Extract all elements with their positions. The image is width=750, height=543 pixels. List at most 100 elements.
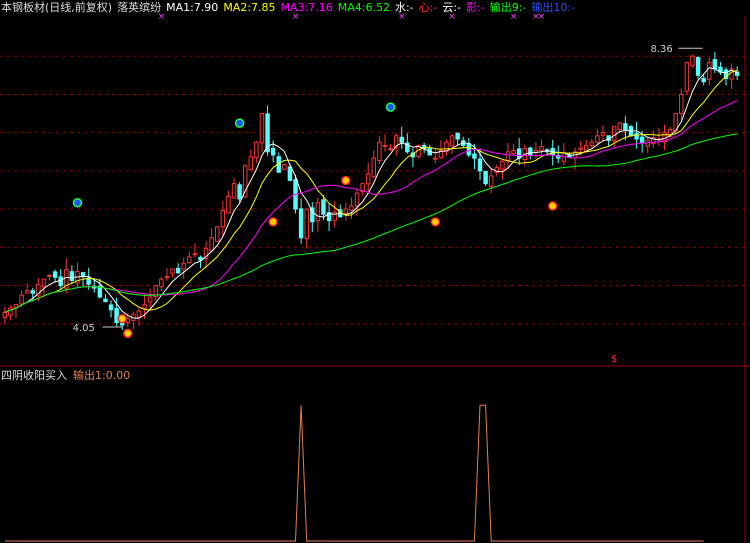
candle-up [164,276,170,279]
candle-down [270,147,276,156]
candle-up [611,125,617,142]
signal-marker [234,118,245,128]
max-price-label: 8.36 [650,44,672,55]
buy-marker [117,313,127,324]
candle-up [259,113,265,144]
candle-down [237,184,242,200]
ma3-line [4,99,738,313]
candle-up [248,156,254,171]
candle-down [287,166,293,181]
candle-up [215,226,220,242]
buy-marker [341,175,351,186]
candle-up [147,296,153,303]
candle-up [159,278,164,288]
legend-item: 输出9:- [489,1,527,14]
buy-marker [430,217,441,227]
candle-down [639,136,645,143]
bottom-mark: $ [611,354,617,365]
candle-up [500,160,505,170]
stock-chart: × × × × × ××$8.364.05 [0,12,750,543]
candle-down [466,143,472,156]
candle-up [600,132,606,136]
buy-marker [547,201,558,211]
candle-up [220,209,226,228]
candle-down [477,158,483,172]
indicator-legend: 四阴收阳买入 输出1:0.00 [0,368,130,384]
candle-down [399,136,404,143]
legend-item: 云:- [442,1,462,14]
candle-down [103,298,108,302]
legend-item: 本钢板材(日线,前复权) [1,1,113,14]
min-price-label: 4.05 [73,323,95,334]
candle-down [695,57,701,76]
candle-up [304,208,309,239]
buy-marker [268,217,278,227]
candle-up [2,311,8,318]
candle-down [712,59,718,70]
candle-up [136,310,142,318]
candle-up [181,262,186,270]
candle-up [511,150,516,154]
legend-item: 影:- [466,1,485,14]
candle-down [701,77,706,83]
candle-down [108,304,114,311]
candle-up [8,307,13,316]
legend-item: 心:- [418,1,438,14]
candle-up [254,141,259,159]
candle-up [315,202,321,221]
buy-marker [123,328,133,339]
candle-up [433,157,438,160]
candle-up [578,147,583,150]
candle-up [449,135,455,147]
candle-down [634,132,639,140]
legend-item: 输出10:- [531,1,576,14]
candle-down [483,171,488,185]
candle-down [175,267,181,274]
indicator-line [4,404,704,542]
signal-marker [72,197,83,208]
candle-down [30,290,35,294]
ma2-line [4,69,738,313]
candle-down [58,276,63,287]
candle-down [321,199,326,215]
candle-up [505,151,511,161]
candle-up [349,205,354,211]
candle-up [595,135,600,143]
main-legend: 本钢板材(日线,前复权) 落英缤纷 MA1:7.90 MA2:7.85 MA3:7.16… [0,0,575,16]
candle-up [41,278,47,288]
candle-up [47,274,52,277]
candle-up [19,294,24,305]
candle-down [298,208,304,239]
candle-up [231,183,237,199]
candle-up [488,175,494,187]
indicator-legend-item: 输出1:0.00 [73,369,131,382]
candle-up [690,55,695,67]
candle-up [192,253,198,256]
candle-up [343,208,349,214]
legend-item: MA2:7.85 [223,1,276,14]
candle-up [282,164,287,170]
legend-item: MA1:7.90 [166,1,219,14]
candle-up [679,93,684,115]
candle-down [455,132,460,140]
candle-up [170,268,175,274]
candle-up [187,256,192,264]
candle-up [617,122,623,130]
legend-item: 落英缤纷 [117,1,162,14]
candle-up [226,195,231,214]
candle-down [52,271,58,278]
candle-up [388,148,393,151]
candle-down [472,153,477,159]
legend-item: 水:- [394,1,414,14]
candle-up [209,237,214,252]
candle-down [69,271,75,281]
candle-up [365,173,371,185]
candle-up [707,62,712,80]
candle-down [80,272,86,277]
candle-up [377,141,382,161]
indicator-legend-item: 四阴收阳买入 [1,369,67,382]
candle-up [684,62,690,92]
legend-item: MA4:6.52 [337,1,390,14]
candle-up [24,290,30,294]
signal-marker [385,102,396,112]
